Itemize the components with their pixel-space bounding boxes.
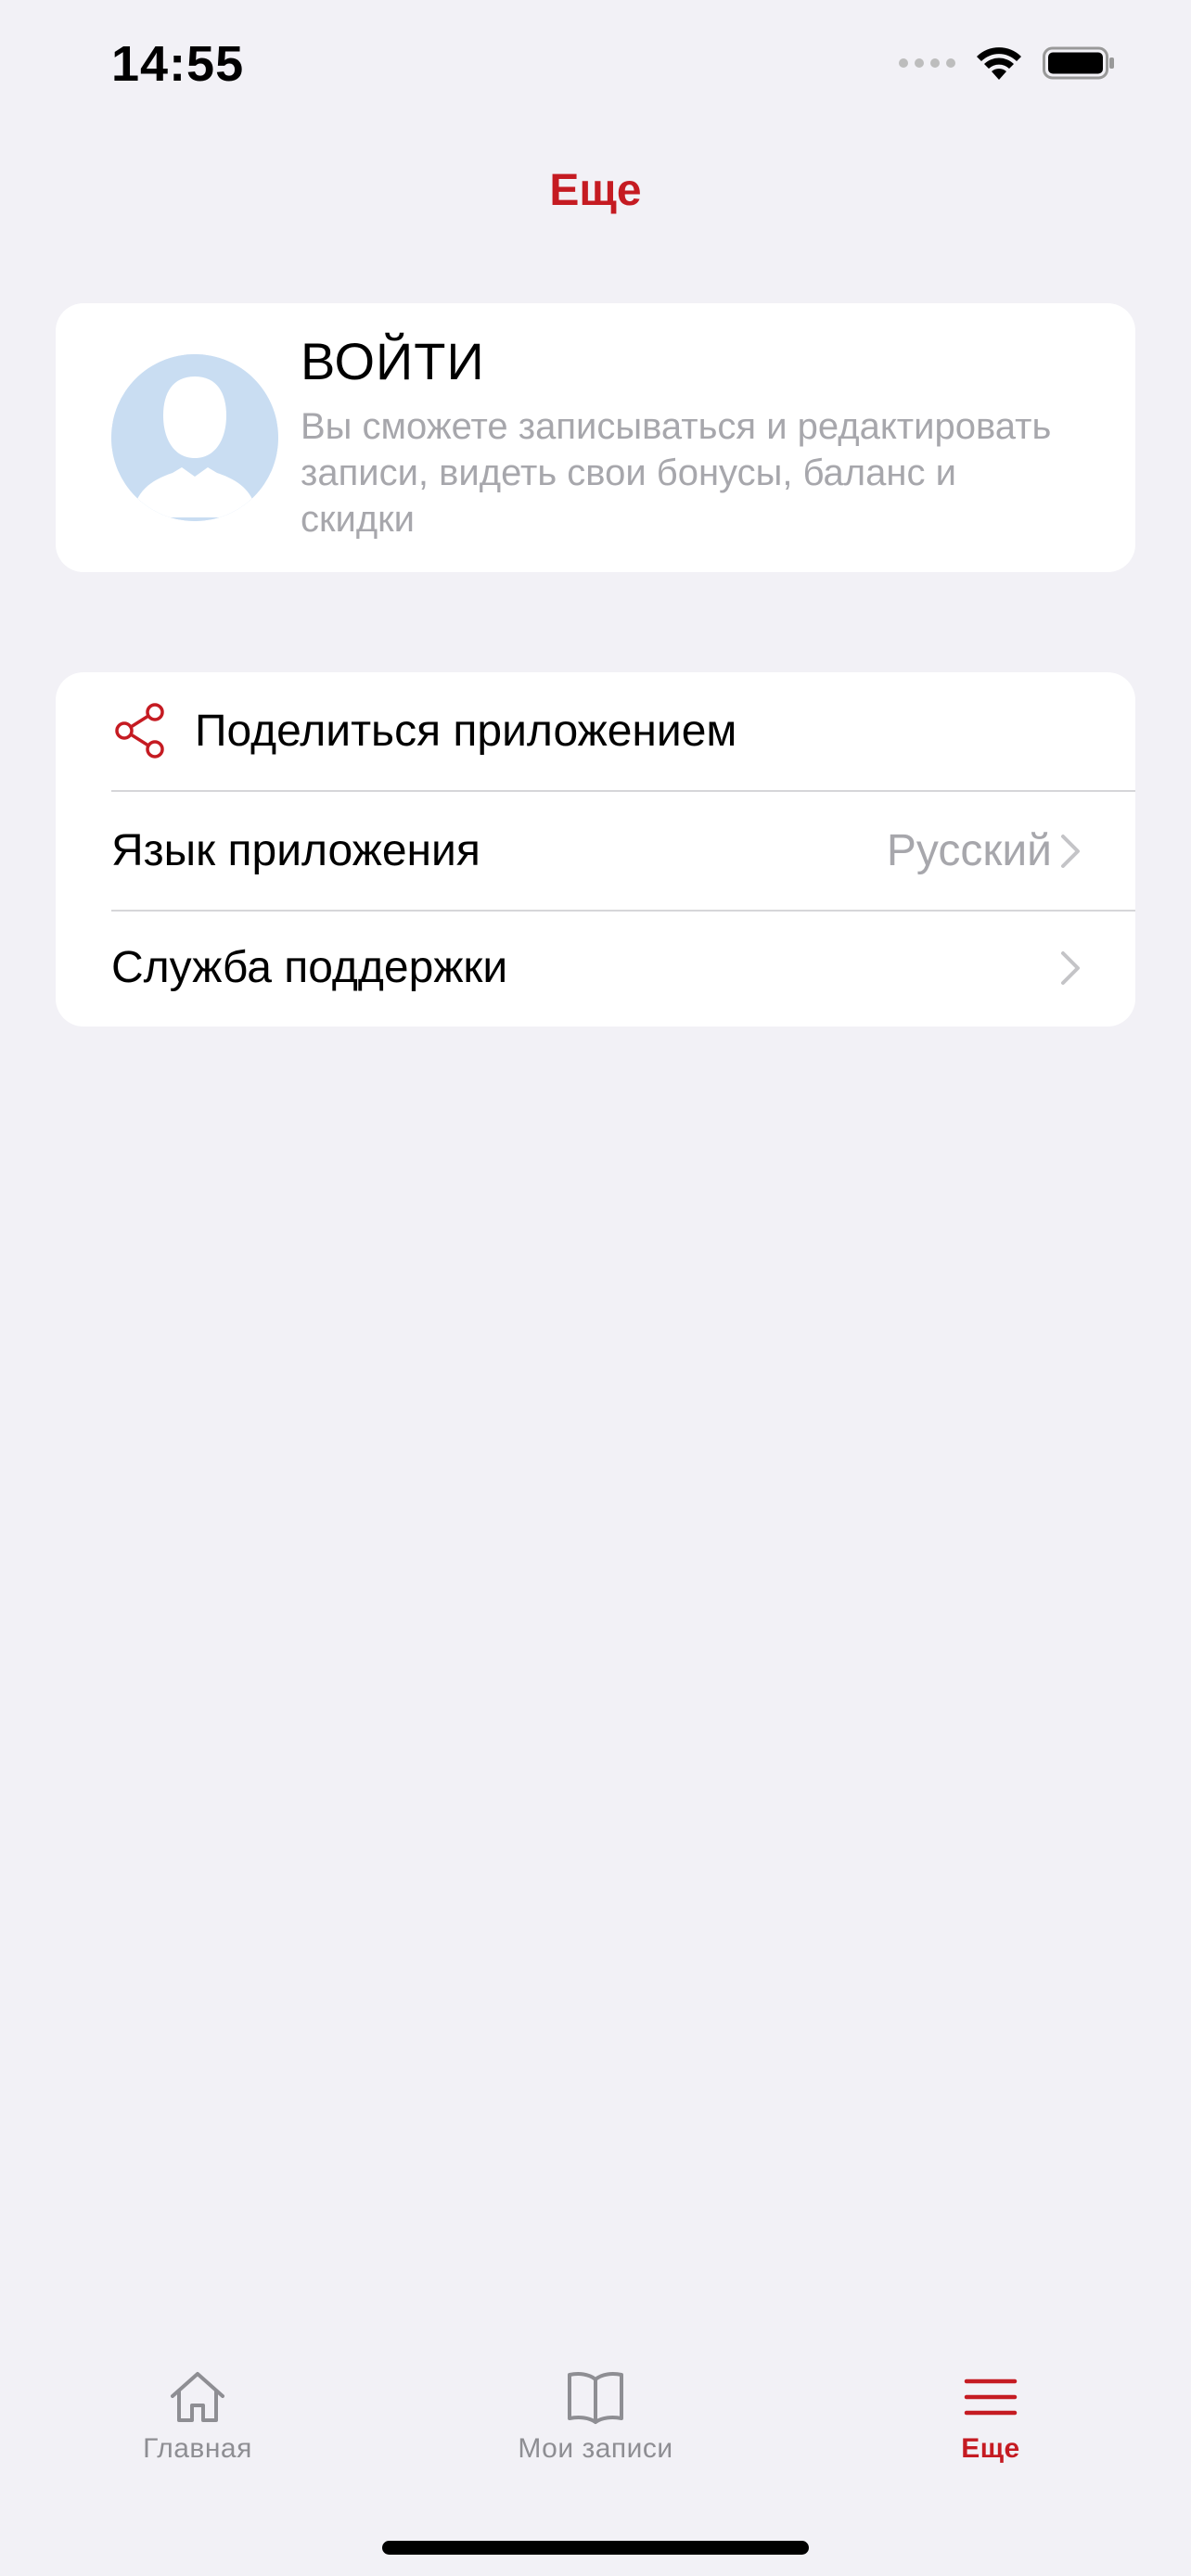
tab-bar: Главная Мои записи Еще: [0, 2346, 1191, 2494]
status-icons: [899, 45, 1117, 82]
tab-my-appointments[interactable]: Мои записи: [456, 2346, 735, 2465]
page-title: Еще: [549, 166, 642, 215]
status-bar: 14:55: [0, 0, 1191, 139]
menu-item-app-language[interactable]: Язык приложения Русский: [56, 792, 1135, 910]
tab-label: Главная: [143, 2433, 252, 2464]
share-icon: [115, 703, 164, 759]
tab-label: Еще: [961, 2433, 1020, 2464]
home-icon: [171, 2372, 224, 2422]
chevron-right-icon: [1061, 951, 1080, 985]
menu-item-share-app[interactable]: Поделиться приложением: [56, 672, 1135, 790]
language-value: Русский: [886, 826, 1052, 875]
wifi-icon: [977, 47, 1021, 80]
settings-menu: Поделиться приложением Язык приложения Р…: [56, 672, 1135, 1027]
tab-label: Мои записи: [518, 2433, 673, 2464]
cellular-signal-icon: [899, 58, 955, 68]
menu-item-label: Язык приложения: [111, 826, 480, 875]
tab-more[interactable]: Еще: [852, 2346, 1130, 2465]
login-description: Вы сможете записываться и редактировать …: [301, 406, 1052, 540]
menu-item-label: Служба поддержки: [111, 943, 508, 992]
menu-item-label: Поделиться приложением: [195, 707, 737, 756]
more-screen: 14:55 Еще ВОЙТИ Вы сможете записываться …: [0, 0, 1191, 2576]
tab-home[interactable]: Главная: [58, 2346, 337, 2465]
status-time: 14:55: [111, 36, 245, 92]
login-title: ВОЙТИ: [301, 332, 485, 390]
battery-icon: [1043, 46, 1114, 80]
login-card[interactable]: ВОЙТИ Вы сможете записываться и редактир…: [56, 303, 1135, 572]
menu-icon: [964, 2378, 1018, 2416]
chevron-right-icon: [1061, 835, 1080, 868]
menu-item-support[interactable]: Служба поддержки: [56, 909, 1135, 1027]
home-indicator[interactable]: [382, 2541, 809, 2555]
person-silhouette-icon: [111, 354, 278, 521]
book-icon: [568, 2372, 623, 2424]
